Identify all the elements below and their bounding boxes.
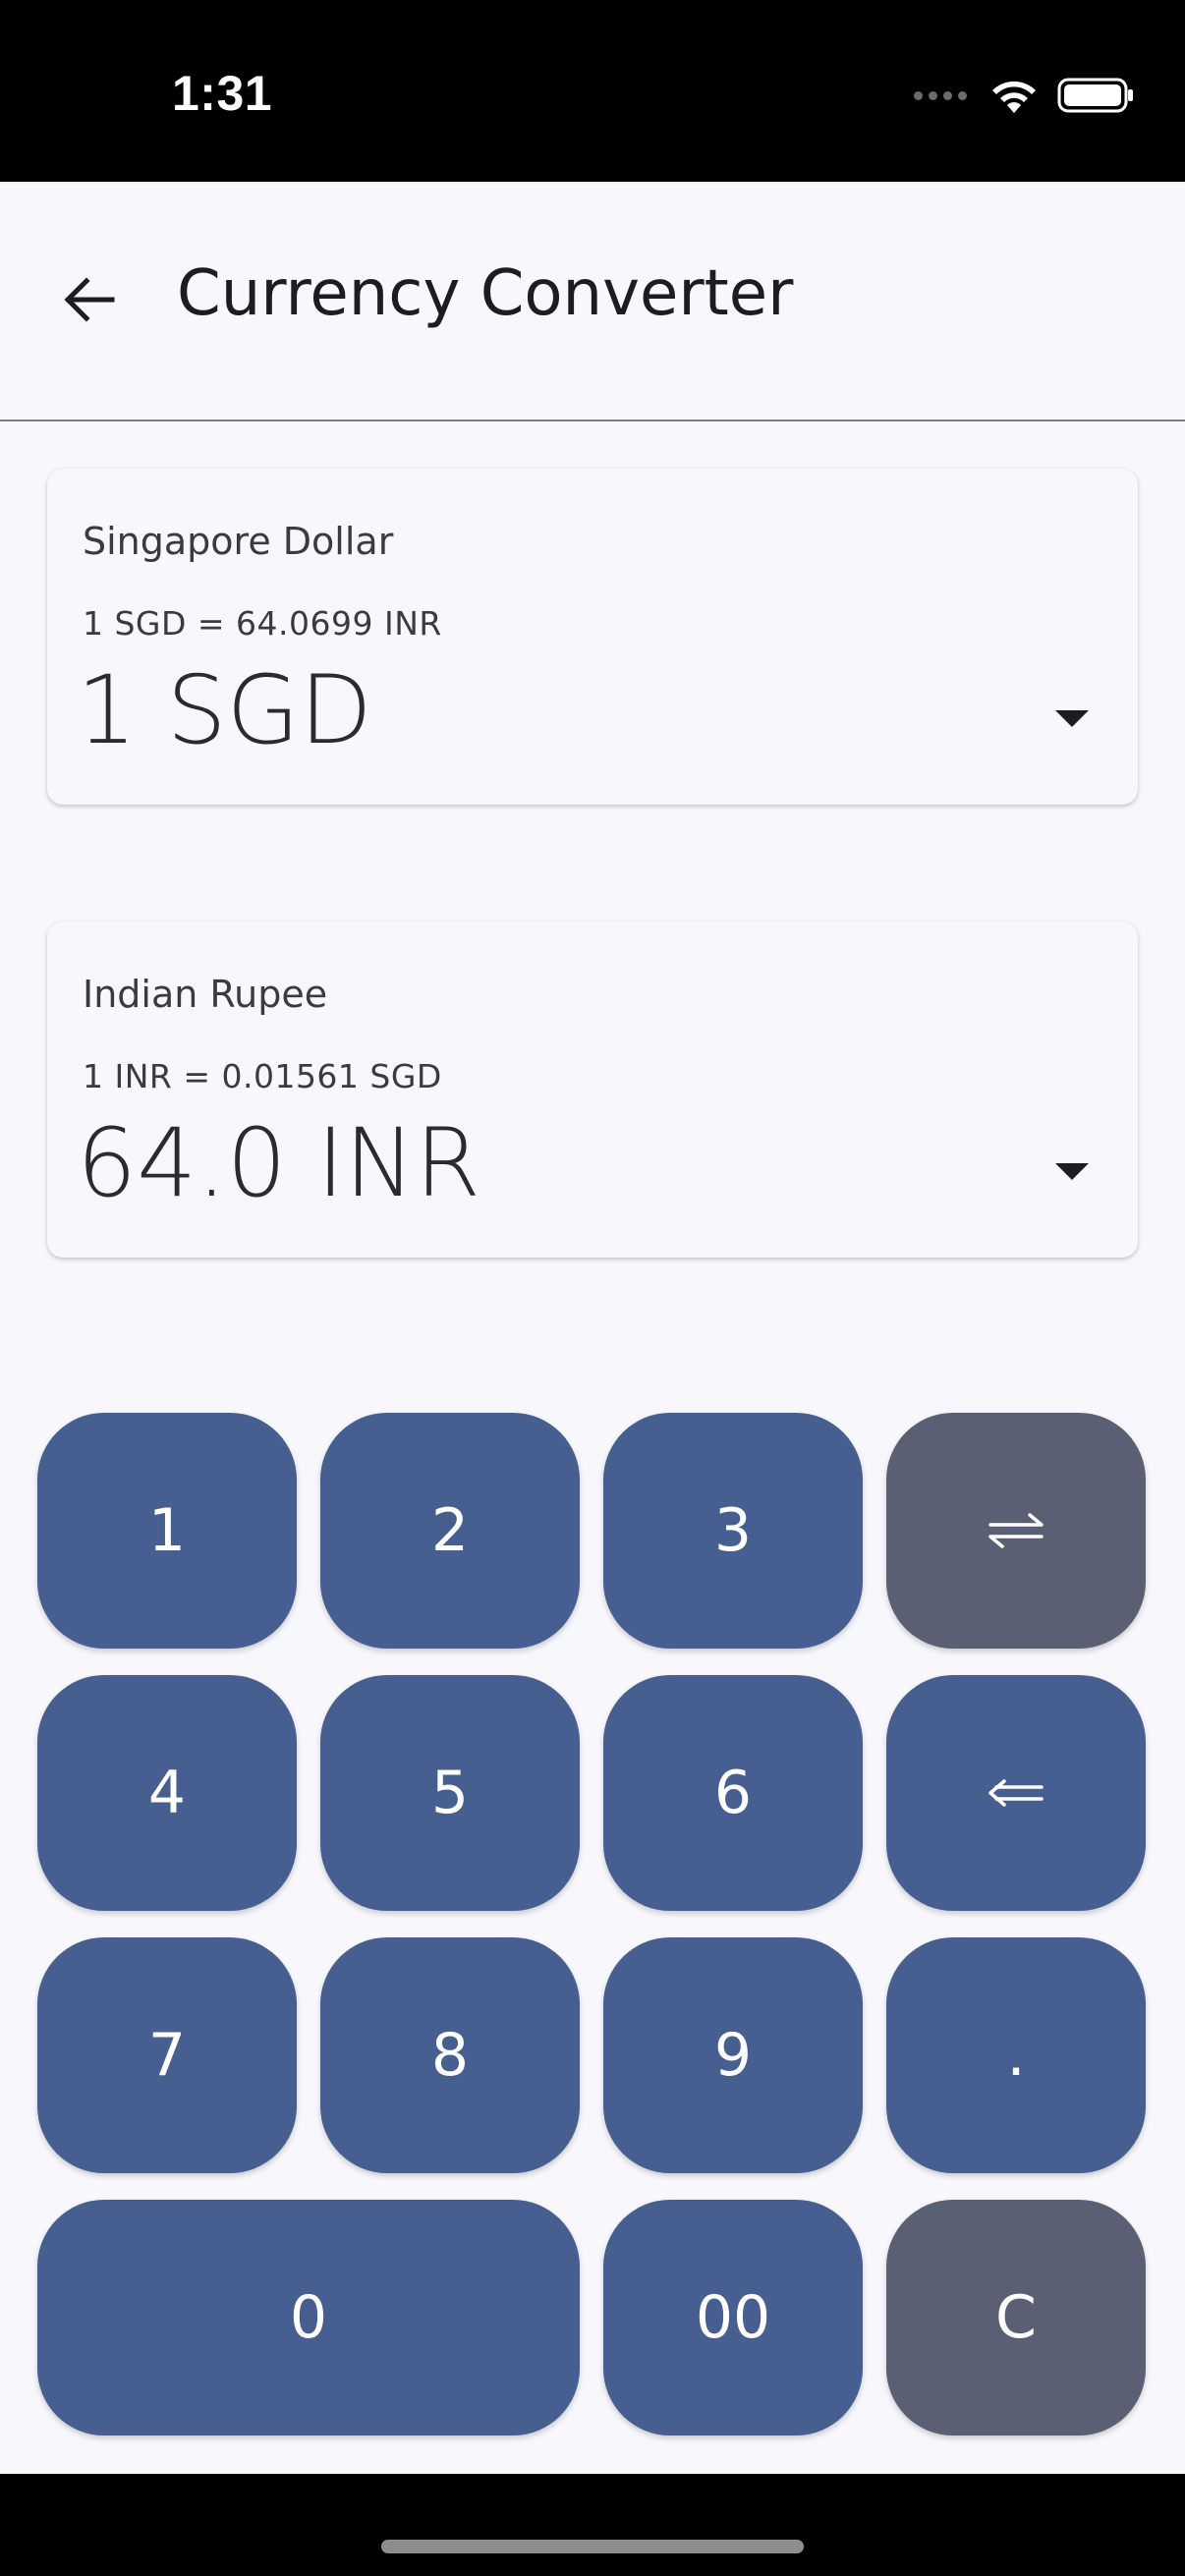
status-icons (914, 71, 1136, 120)
to-currency-amount: 64.0 INR (77, 1108, 481, 1218)
status-bar: 1:31 (0, 0, 1185, 182)
page-title: Currency Converter (177, 257, 794, 330)
from-currency-card[interactable]: Singapore Dollar 1 SGD = 64.0699 INR 1 S… (47, 469, 1138, 805)
status-time: 1:31 (172, 66, 273, 121)
to-currency-rate: 1 INR = 0.01561 SGD (83, 1057, 442, 1095)
key-5[interactable]: 5 (320, 1675, 580, 1911)
back-arrow-icon (64, 277, 115, 322)
from-currency-amount: 1 SGD (77, 655, 372, 765)
clear-button[interactable]: C (886, 2200, 1146, 2436)
swap-arrows-icon (988, 1513, 1044, 1548)
wifi-icon (992, 81, 1036, 113)
key-4[interactable]: 4 (37, 1675, 297, 1911)
back-button[interactable] (49, 260, 128, 339)
key-1[interactable]: 1 (37, 1413, 297, 1649)
signal-dots-icon (914, 90, 967, 100)
from-currency-rate: 1 SGD = 64.0699 INR (83, 604, 442, 643)
from-currency-name: Singapore Dollar (83, 520, 394, 563)
key-9[interactable]: 9 (603, 1937, 863, 2173)
to-currency-name: Indian Rupee (83, 973, 328, 1016)
home-indicator-area (0, 2474, 1185, 2576)
key-6[interactable]: 6 (603, 1675, 863, 1911)
key-7[interactable]: 7 (37, 1937, 297, 2173)
key-decimal[interactable]: . (886, 1937, 1146, 2173)
dropdown-caret-icon[interactable] (1055, 1163, 1089, 1180)
backspace-arrow-icon (988, 1779, 1044, 1807)
key-00[interactable]: 00 (603, 2200, 863, 2436)
key-2[interactable]: 2 (320, 1413, 580, 1649)
dropdown-caret-icon[interactable] (1055, 710, 1089, 727)
key-0[interactable]: 0 (37, 2200, 580, 2436)
key-3[interactable]: 3 (603, 1413, 863, 1649)
key-8[interactable]: 8 (320, 1937, 580, 2173)
swap-currencies-button[interactable] (886, 1413, 1146, 1649)
home-indicator[interactable] (381, 2540, 804, 2553)
backspace-button[interactable] (886, 1675, 1146, 1911)
battery-icon (1057, 78, 1133, 113)
to-currency-card[interactable]: Indian Rupee 1 INR = 0.01561 SGD 64.0 IN… (47, 922, 1138, 1258)
